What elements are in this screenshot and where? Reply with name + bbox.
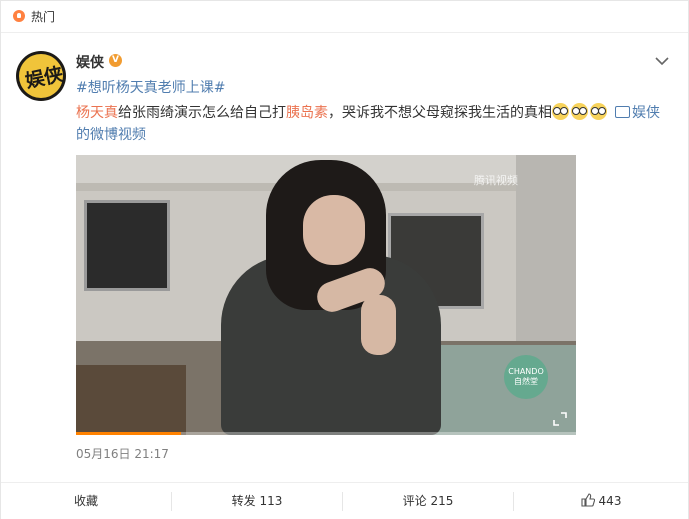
video-link-author[interactable]: 娱侠 — [632, 105, 660, 121]
emoji-icon — [571, 103, 588, 120]
video-link-text[interactable]: 的微博视频 — [76, 127, 146, 143]
repost-button[interactable]: 转发 113 — [172, 483, 342, 519]
video-link-icon — [615, 106, 630, 118]
author-name[interactable]: 娱侠 — [76, 52, 104, 72]
post-timestamp[interactable]: 05月16日 21:17 — [76, 445, 169, 462]
weibo-card: 热门 娱侠 娱侠 V #想听杨天真老师上课# 杨天真给张雨绮演示怎么给自己打胰岛… — [0, 0, 689, 519]
video-brand-line1: CHANDO — [508, 367, 544, 376]
post-text-part2: ，哭诉我不想父母窥探我生活的真相 — [328, 105, 552, 121]
thumbs-up-icon — [580, 493, 595, 507]
author-avatar[interactable]: 娱侠 — [16, 51, 66, 101]
like-button[interactable]: 443 — [514, 483, 688, 519]
video-scene-person-hand — [361, 295, 396, 355]
emoji-icon — [590, 103, 607, 120]
favorite-button[interactable]: 收藏 — [1, 483, 171, 519]
hot-flame-icon — [13, 10, 25, 22]
keyword-link[interactable]: 胰岛素 — [286, 105, 328, 121]
mention-link[interactable]: 杨天真 — [76, 105, 118, 121]
video-watermark: 腾讯视频 — [474, 174, 518, 187]
expand-icon[interactable] — [553, 412, 567, 426]
video-scene-oven-left — [84, 200, 170, 291]
verified-badge-icon: V — [109, 54, 122, 67]
video-progress-fill — [76, 432, 181, 435]
hot-bar: 热门 — [1, 1, 688, 33]
post-topic-line: #想听杨天真老师上课# — [76, 77, 225, 99]
post-text-part1: 给张雨绮演示怎么给自己打 — [118, 105, 286, 121]
video-brand-badge: CHANDO 自然堂 — [504, 355, 548, 399]
video-player[interactable]: 腾讯视频 CHANDO 自然堂 — [76, 155, 576, 435]
emoji-icon — [552, 103, 569, 120]
video-scene-fridge — [516, 155, 576, 355]
comment-button[interactable]: 评论 215 — [343, 483, 513, 519]
action-bar: 收藏 转发 113 评论 215 443 — [1, 482, 688, 519]
topic-link[interactable]: #想听杨天真老师上课# — [76, 80, 225, 96]
hot-label: 热门 — [31, 10, 56, 24]
like-count: 443 — [598, 494, 622, 508]
chevron-down-icon[interactable] — [655, 56, 669, 66]
video-scene-person-face — [303, 195, 365, 265]
video-brand-line2: 自然堂 — [514, 377, 538, 386]
post-text: 杨天真给张雨绮演示怎么给自己打胰岛素，哭诉我不想父母窥探我生活的真相 娱侠的微博视… — [76, 102, 676, 146]
video-scene-table — [76, 365, 186, 435]
